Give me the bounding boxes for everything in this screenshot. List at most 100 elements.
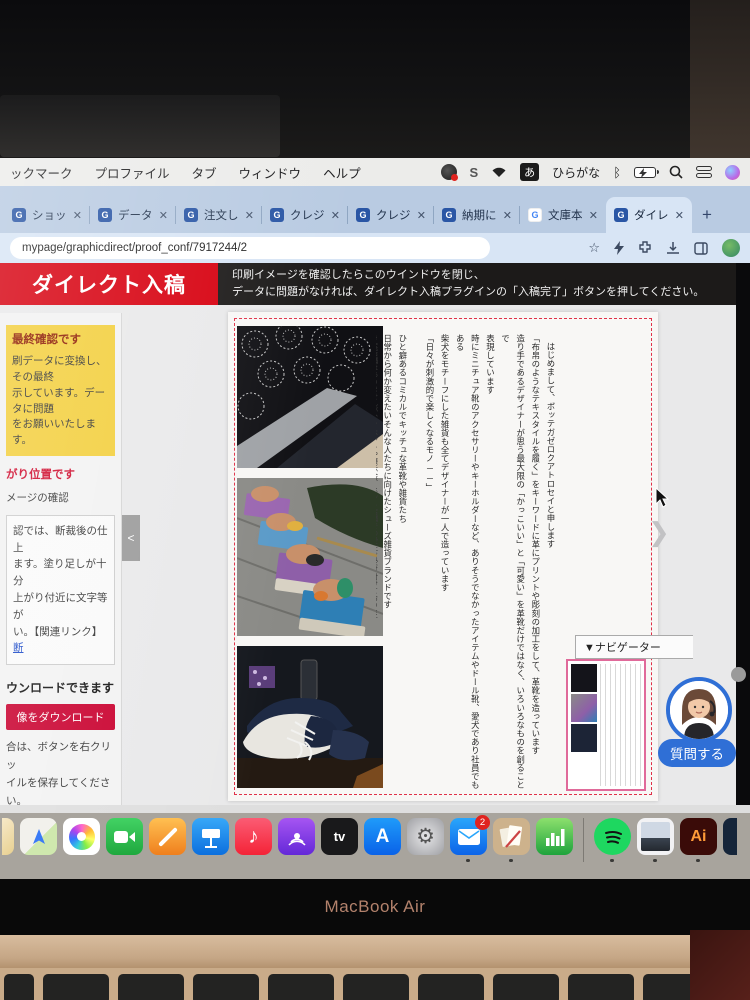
music-app-icon[interactable]: ♪	[235, 818, 272, 855]
siri-icon[interactable]	[725, 164, 740, 180]
tab-close-icon[interactable]: ✕	[245, 209, 254, 222]
tab-shopping[interactable]: G ショッピ ✕	[4, 197, 90, 233]
macos-menu-bar: ックマーク プロファイル タブ ウィンドウ ヘルプ S あ ひらがな ᛒ	[0, 158, 750, 186]
function-key	[568, 974, 634, 1000]
text-column: 時にミニチュア靴のアクセサリーやキーホルダーなど、ありそうでなかったアイテムやド…	[455, 334, 481, 790]
appletv-app-icon[interactable]: tv	[321, 818, 358, 855]
finish-position-heading: がり位置です	[6, 468, 75, 481]
tab-close-icon[interactable]: ✕	[589, 209, 598, 222]
tab-close-icon[interactable]: ✕	[503, 209, 512, 222]
tab-order[interactable]: G 注文し ✕	[176, 197, 262, 233]
pages-app-icon[interactable]	[149, 818, 186, 855]
site-favicon: G	[270, 208, 284, 222]
tab-close-icon[interactable]: ✕	[73, 209, 82, 222]
text-column: 「布帛のようなテキスタイルを履く」をキーワードに革にプリントや彫刻の加工をして、…	[530, 334, 541, 755]
menu-profiles[interactable]: プロファイル	[95, 163, 170, 182]
next-page-arrow[interactable]: ❯	[648, 517, 670, 548]
bookmark-star-icon[interactable]: ☆	[588, 240, 600, 256]
running-indicator	[696, 858, 700, 862]
tab-direct-active[interactable]: G ダイレク ✕	[606, 197, 692, 233]
site-favicon: G	[614, 208, 628, 222]
tab-close-icon[interactable]: ✕	[675, 209, 684, 222]
tab-data[interactable]: G データ ✕	[90, 197, 176, 233]
navigator-thumbnail[interactable]	[566, 659, 646, 791]
text-column: 「日々が刺激的で楽しくなるモノ──」	[425, 334, 435, 492]
lightning-extension-icon[interactable]	[614, 241, 624, 255]
new-tab-button[interactable]: +	[702, 205, 712, 225]
site-favicon: G	[442, 208, 456, 222]
tab-delivery[interactable]: G 納期に ✕	[434, 197, 520, 233]
wifi-icon[interactable]	[491, 166, 507, 178]
menu-tab[interactable]: タブ	[192, 163, 217, 182]
operator-avatar[interactable]	[666, 677, 732, 743]
download-image-button[interactable]: 像をダウンロード	[6, 704, 115, 731]
photos-app-icon[interactable]	[63, 818, 100, 855]
background-door	[690, 0, 750, 158]
numbers-app-icon[interactable]	[536, 818, 573, 855]
ime-mode-label[interactable]: ひらがな	[552, 164, 600, 181]
chat-close-icon[interactable]	[731, 667, 746, 682]
tab-credit-1[interactable]: G クレジ ✕	[262, 197, 348, 233]
extensions-puzzle-icon[interactable]	[638, 241, 652, 255]
tab-credit-2[interactable]: G クレジ ✕	[348, 197, 434, 233]
partial-app-icon-right[interactable]	[723, 818, 737, 855]
maps-app-icon[interactable]	[20, 818, 57, 855]
related-link[interactable]: 断	[13, 642, 24, 654]
ask-question-button[interactable]: 質問する	[658, 739, 736, 767]
navigator-header[interactable]: ▼ナビゲーター	[575, 635, 693, 659]
desk-surface-corner	[690, 930, 750, 1000]
sidebar-info-panel: 最終確認です 刷データに変換し、その最終 示しています。データに問題 をお願いい…	[0, 313, 122, 805]
spotify-app-icon[interactable]	[594, 818, 631, 862]
function-key	[343, 974, 409, 1000]
mouse-cursor	[655, 488, 669, 508]
menu-window[interactable]: ウィンドウ	[239, 163, 302, 182]
esc-key	[4, 974, 34, 1000]
google-favicon: G	[528, 208, 542, 222]
s-status-icon[interactable]: S	[470, 165, 479, 180]
navigator-mini-text	[600, 664, 641, 786]
keynote-app-icon[interactable]	[192, 818, 229, 855]
spotlight-search-icon[interactable]	[669, 165, 683, 179]
browser-profile-avatar[interactable]	[722, 239, 740, 257]
podcasts-app-icon[interactable]	[278, 818, 315, 855]
tab-close-icon[interactable]: ✕	[417, 209, 426, 222]
chat-widget: 質問する	[656, 667, 750, 783]
mail-app-icon[interactable]: 2	[450, 815, 490, 862]
settings-app-icon[interactable]: ⚙	[407, 818, 444, 855]
image-file-icon[interactable]	[637, 818, 674, 862]
illustrator-app-icon[interactable]: Ai	[680, 818, 717, 862]
dock-divider	[583, 818, 584, 862]
appstore-app-icon[interactable]: A	[364, 818, 401, 855]
banner-title: ダイレクト入稿	[0, 263, 218, 305]
menu-bookmarks[interactable]: ックマーク	[10, 163, 73, 182]
facetime-app-icon[interactable]	[106, 818, 143, 855]
menu-help[interactable]: ヘルプ	[323, 163, 361, 182]
battery-icon[interactable]	[634, 166, 659, 178]
trim-note-box: 認では、断裁後の仕上 ます。塗り足しが十分 上がり付近に文字等が い。【関連リン…	[6, 514, 115, 666]
direct-submission-banner: ダイレクト入稿 印刷イメージを確認したらこのウインドウを閉じ、 データに問題がな…	[0, 263, 736, 305]
download-icon[interactable]	[666, 241, 680, 255]
tab-close-icon[interactable]: ✕	[159, 209, 168, 222]
function-key	[193, 974, 259, 1000]
function-key	[43, 974, 109, 1000]
tab-close-icon[interactable]: ✕	[331, 209, 340, 222]
proof-confirmation-page: 最終確認です 刷データに変換し、その最終 示しています。データに問題 をお願いい…	[0, 305, 746, 813]
text-column: 日常から何か変えたいそんな人たちに向けたシューズ雑貨ブランドです	[382, 334, 393, 609]
partial-app-icon[interactable]	[2, 818, 14, 855]
control-center-icon[interactable]	[696, 166, 712, 178]
bluetooth-icon[interactable]: ᛒ	[613, 165, 621, 180]
site-favicon: G	[12, 208, 26, 222]
function-key	[118, 974, 184, 1000]
text-column: ひと癖あるコミカルでキッチュな革靴や雑貨たち	[397, 334, 408, 523]
function-key	[268, 974, 334, 1000]
tab-bunkobon[interactable]: G 文庫本 ✕	[520, 197, 606, 233]
camera-lens-status-icon[interactable]	[440, 164, 458, 181]
ime-input-icon[interactable]: あ	[520, 163, 540, 181]
address-bar[interactable]: mypage/graphicdirect/proof_conf/7917244/…	[10, 237, 490, 259]
sidebar-collapse-handle[interactable]: <	[122, 515, 140, 561]
sidebar-toggle-icon[interactable]	[694, 241, 708, 255]
macbook-keyboard-row	[0, 968, 750, 1000]
documents-app-icon[interactable]	[493, 818, 530, 862]
mail-unread-badge: 2	[475, 815, 490, 830]
function-key	[418, 974, 484, 1000]
